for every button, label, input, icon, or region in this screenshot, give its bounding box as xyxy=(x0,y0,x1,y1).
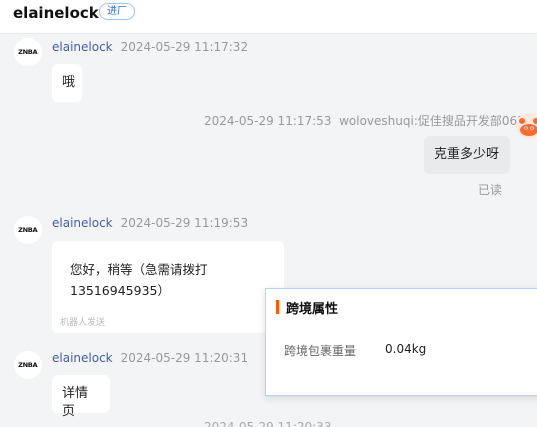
sender-name[interactable]: woloveshuqi:促佳搜品开发部063 xyxy=(339,114,525,128)
robot-sent-note: 机器人发送 xyxy=(60,318,106,328)
chat-window: elainelock 进厂 ZNBA elainelock 2024-05-29 … xyxy=(0,0,537,427)
message-text-line: 13516945935） xyxy=(70,283,170,298)
message-bubble[interactable]: 克重多少呀 xyxy=(424,136,510,174)
message-bubble[interactable]: 详情页 xyxy=(52,375,110,419)
avatar[interactable]: ZNBA xyxy=(14,351,42,379)
read-status: 已读 xyxy=(478,183,503,197)
avatar[interactable]: ZNBA xyxy=(14,216,42,244)
crab-icon xyxy=(519,118,537,136)
message-meta: 2024-05-29 11:20:33 xyxy=(204,420,331,427)
message-meta: elainelock 2024-05-29 11:19:53 xyxy=(52,216,248,230)
chat-header: elainelock 进厂 xyxy=(0,0,537,34)
znba-logo: ZNBA xyxy=(18,48,38,56)
message-time: 2024-05-29 11:17:32 xyxy=(120,40,249,54)
popup-title: 跨境属性 xyxy=(286,302,339,317)
avatar[interactable]: ZNBA xyxy=(14,38,42,66)
message-meta: elainelock 2024-05-29 11:20:31 xyxy=(52,351,248,365)
message-time: 2024-05-29 11:20:33 xyxy=(204,420,332,427)
message-time: 2024-05-29 11:19:53 xyxy=(120,216,249,230)
accent-bar xyxy=(276,300,279,314)
message-bubble[interactable]: 哦 xyxy=(52,64,82,102)
message-text-line: 您好，稍等（急需请拨打 xyxy=(70,262,208,277)
znba-logo: ZNBA xyxy=(18,361,38,369)
message-meta: elainelock 2024-05-29 11:17:32 xyxy=(52,40,248,54)
message-meta: 2024-05-29 11:17:53 woloveshuqi:促佳搜品开发部0… xyxy=(204,112,525,129)
weight-label: 跨境包裹重量 xyxy=(284,344,357,358)
znba-logo: ZNBA xyxy=(18,226,38,234)
message-time: 2024-05-29 11:17:53 xyxy=(204,114,332,128)
status-tag[interactable]: 进厂 xyxy=(99,3,135,20)
sender-name[interactable]: elainelock xyxy=(52,351,113,365)
sender-name[interactable]: elainelock xyxy=(52,216,113,230)
weight-value: 0.04kg xyxy=(385,342,427,356)
contact-name[interactable]: elainelock xyxy=(13,4,99,22)
message-time: 2024-05-29 11:20:31 xyxy=(120,351,249,365)
avatar[interactable] xyxy=(516,113,537,139)
cross-border-attributes-popup: 跨境属性 跨境包裹重量 0.04kg xyxy=(265,288,537,396)
sender-name[interactable]: elainelock xyxy=(52,40,113,54)
